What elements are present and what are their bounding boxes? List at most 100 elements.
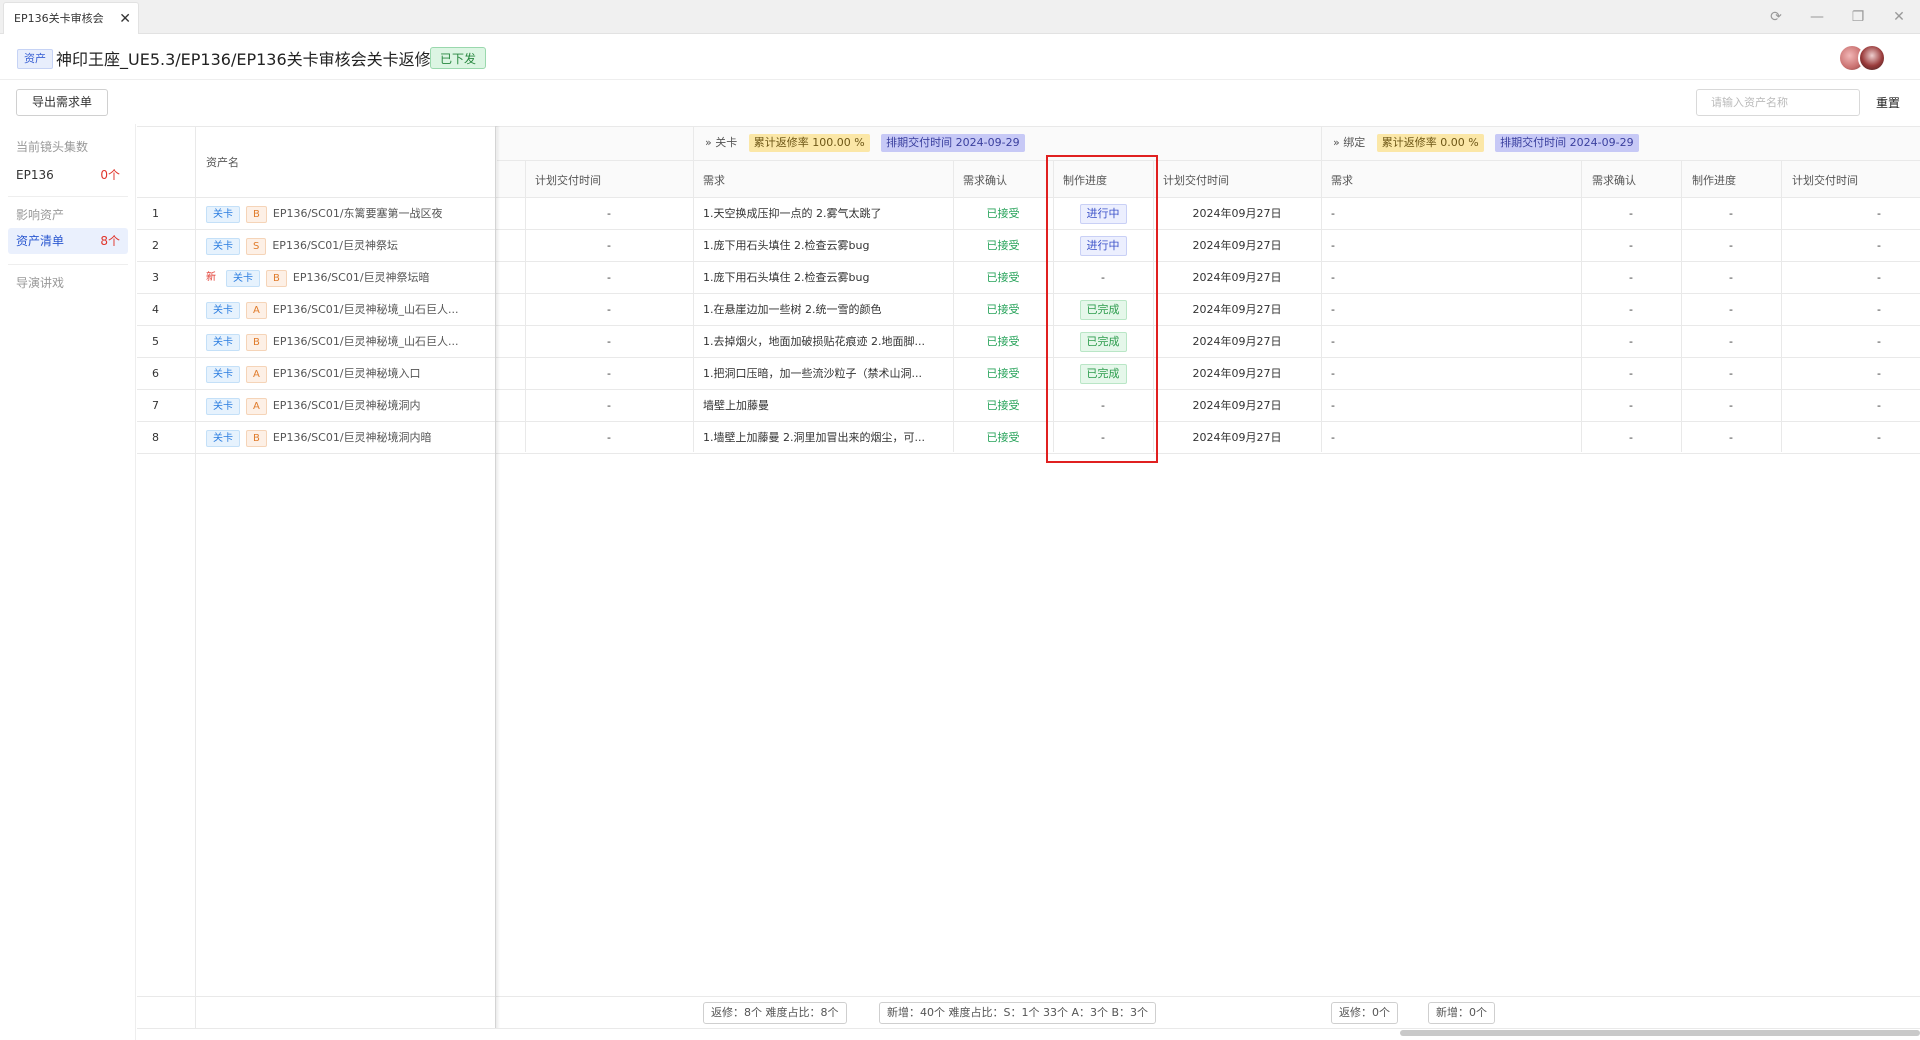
requirement-cell: 墙壁上加藤曼 (703, 399, 769, 412)
plan-time-cell: 2024年09月27日 (1192, 271, 1282, 284)
requirement-cell: 1.去掉烟火，地面加破损贴花痕迹 2.地面脚... (703, 335, 925, 348)
asset-type-tag: 关卡 (206, 237, 240, 255)
plan-time-cell: 2024年09月27日 (1192, 399, 1282, 412)
asset-name-cell: 关卡 B EP136/SC01/巨灵神秘境洞内暗 (206, 422, 490, 454)
binding-plan-time-cell: - (1877, 303, 1881, 316)
level-rework-summary: 返修：8个 难度占比：8个 (703, 1002, 847, 1024)
asset-search-input[interactable] (1696, 89, 1860, 116)
binding-confirm-cell: - (1629, 367, 1633, 380)
binding-requirement-cell: - (1331, 207, 1335, 220)
confirm-status-cell: 已接受 (986, 335, 1020, 348)
asset-name-cell: 关卡 B EP136/SC01/东篱要塞第一战区夜 (206, 198, 490, 230)
grade-tag: B (246, 429, 267, 447)
binding-plan-time-cell: - (1877, 207, 1881, 220)
divider (137, 996, 1920, 997)
binding-rework-summary: 返修：0个 (1331, 1002, 1398, 1024)
sidebar-item-count: 8个 (100, 234, 120, 248)
row-index: 4 (152, 303, 159, 316)
sidebar-item-episode[interactable]: EP136 0个 (8, 162, 128, 188)
reset-button[interactable]: 重置 (1876, 94, 1900, 111)
sidebar-item-label: EP136 (16, 168, 54, 182)
row-index: 6 (152, 367, 159, 380)
sidebar-item-asset-list[interactable]: 资产清单 8个 (8, 228, 128, 254)
section-header-binding[interactable]: » 绑定 累计返修率 0.00 % 排期交付时间 2024-09-29 (1333, 134, 1639, 152)
restore-icon[interactable]: ❐ (1849, 8, 1867, 26)
asset-path[interactable]: EP136/SC01/巨灵神秘境_山石巨人... (273, 335, 459, 348)
confirm-status-cell: 已接受 (986, 431, 1020, 444)
binding-progress-cell: - (1729, 367, 1733, 380)
col-header-requirement: 需求 (1331, 174, 1353, 187)
col-header-asset-name: 资产名 (206, 156, 239, 169)
asset-type-tag: 关卡 (206, 365, 240, 383)
confirm-status-cell: 已接受 (986, 303, 1020, 316)
requirement-cell: 1.庞下用石头填住 2.检查云雾bug (703, 271, 870, 284)
binding-new-summary: 新增：0个 (1428, 1002, 1495, 1024)
binding-confirm-cell: - (1629, 303, 1633, 316)
divider (8, 264, 128, 265)
row-index: 7 (152, 399, 159, 412)
section-name: 关卡 (715, 136, 738, 149)
section-name: 绑定 (1343, 136, 1366, 149)
binding-requirement-cell: - (1331, 431, 1335, 444)
prev-plan-time-cell: - (607, 399, 611, 412)
sidebar-item-count: 0个 (100, 168, 120, 182)
asset-name-cell: 关卡 A EP136/SC01/巨灵神秘境_山石巨人... (206, 294, 490, 326)
asset-name-cell: 关卡 B EP136/SC01/巨灵神秘境_山石巨人... (206, 326, 490, 358)
toolbar: 导出需求单 重置 (0, 80, 1920, 124)
asset-path[interactable]: EP136/SC01/巨灵神秘境_山石巨人... (273, 303, 459, 316)
asset-name-cell: 关卡 A EP136/SC01/巨灵神秘境洞内 (206, 390, 490, 422)
asset-path[interactable]: EP136/SC01/巨灵神祭坛 (272, 239, 398, 252)
binding-plan-time-cell: - (1877, 335, 1881, 348)
avatar-group[interactable] (1838, 44, 1890, 74)
level-new-summary: 新增：40个 难度占比：S：1个 33个 A：3个 B：3个 (879, 1002, 1157, 1024)
sidebar-item-director-notes[interactable]: 导演讲戏 (16, 274, 64, 291)
asset-path[interactable]: EP136/SC01/巨灵神秘境入口 (273, 367, 421, 380)
asset-type-tag: 资产 (17, 49, 53, 69)
col-header-prev-plan-time: 计划交付时间 (535, 174, 601, 187)
tab-close-icon[interactable]: ✕ (119, 3, 131, 34)
asset-type-tag: 关卡 (206, 333, 240, 351)
grade-tag: B (246, 205, 267, 223)
schedule-pill: 排期交付时间 2024-09-29 (1495, 134, 1639, 152)
window-close-icon[interactable]: ✕ (1890, 8, 1908, 26)
rework-rate-pill: 累计返修率 100.00 % (748, 134, 870, 152)
binding-requirement-cell: - (1331, 271, 1335, 284)
sidebar-group-assets: 影响资产 (16, 208, 65, 222)
prev-plan-time-cell: - (607, 367, 611, 380)
binding-plan-time-cell: - (1877, 271, 1881, 284)
asset-path[interactable]: EP136/SC01/东篱要塞第一战区夜 (273, 207, 443, 220)
binding-requirement-cell: - (1331, 335, 1335, 348)
new-tag: 新 (206, 271, 216, 283)
schedule-pill: 排期交付时间 2024-09-29 (881, 134, 1025, 152)
row-index: 3 (152, 271, 159, 284)
asset-path[interactable]: EP136/SC01/巨灵神秘境洞内 (273, 399, 421, 412)
row-index: 1 (152, 207, 159, 220)
asset-type-tag: 关卡 (206, 301, 240, 319)
confirm-status-cell: 已接受 (986, 367, 1020, 380)
section-header-level[interactable]: » 关卡 累计返修率 100.00 % 排期交付时间 2024-09-29 (705, 134, 1025, 152)
col-header-confirm: 需求确认 (963, 174, 1007, 187)
requirement-cell: 1.在悬崖边加一些树 2.统一雪的颜色 (703, 303, 882, 316)
binding-confirm-cell: - (1629, 207, 1633, 220)
export-requirements-button[interactable]: 导出需求单 (16, 89, 108, 116)
avatar[interactable] (1858, 44, 1886, 72)
row-index: 8 (152, 431, 159, 444)
asset-type-tag: 关卡 (206, 205, 240, 223)
binding-progress-cell: - (1729, 207, 1733, 220)
minimize-icon[interactable]: — (1808, 8, 1826, 26)
plan-time-cell: 2024年09月27日 (1192, 367, 1282, 380)
col-header-plan-time: 计划交付时间 (1792, 174, 1858, 187)
confirm-status-cell: 已接受 (986, 271, 1020, 284)
divider (8, 196, 128, 197)
page-header: 资产 神印王座_UE5.3/EP136/EP136关卡审核会关卡返修 已下发 (0, 34, 1920, 80)
prev-plan-time-cell: - (607, 335, 611, 348)
chevron-right-icon: » (705, 136, 712, 149)
refresh-icon[interactable]: ⟳ (1767, 8, 1785, 26)
asset-path[interactable]: EP136/SC01/巨灵神秘境洞内暗 (273, 431, 432, 444)
tab-review[interactable]: EP136关卡审核会 ✕ (3, 2, 139, 34)
asset-type-tag: 关卡 (206, 429, 240, 447)
requirement-cell: 1.庞下用石头填住 2.检查云雾bug (703, 239, 870, 252)
binding-progress-cell: - (1729, 399, 1733, 412)
asset-path[interactable]: EP136/SC01/巨灵神祭坛暗 (293, 271, 430, 284)
horizontal-scrollbar[interactable] (1400, 1030, 1920, 1036)
